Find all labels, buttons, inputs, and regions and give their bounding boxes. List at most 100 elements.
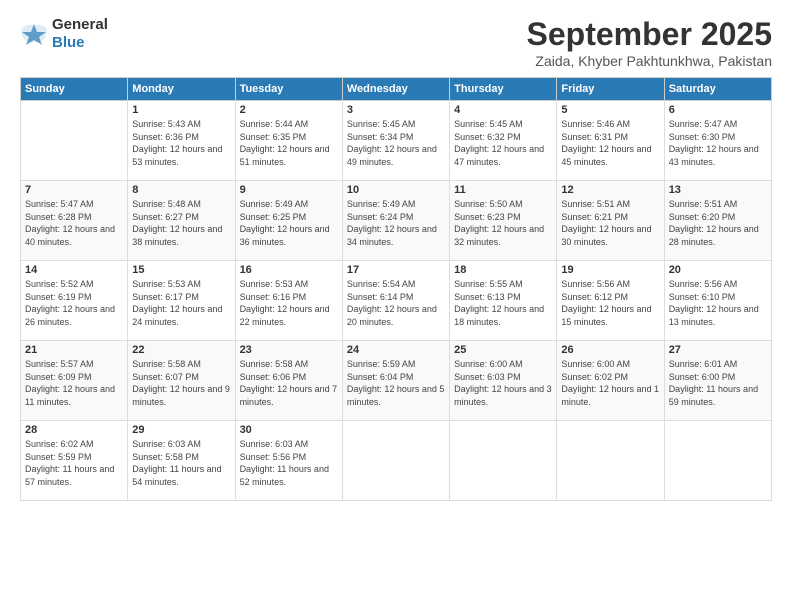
month-title: September 2025 xyxy=(527,16,772,53)
day-info: Sunrise: 5:51 AM Sunset: 6:20 PM Dayligh… xyxy=(669,198,767,248)
day-number: 30 xyxy=(240,424,338,436)
calendar-cell: 2 Sunrise: 5:44 AM Sunset: 6:35 PM Dayli… xyxy=(235,101,342,181)
day-number: 6 xyxy=(669,104,767,116)
sunrise: Sunrise: 5:55 AM xyxy=(454,279,523,289)
sunrise: Sunrise: 6:03 AM xyxy=(132,439,201,449)
header-row: SundayMondayTuesdayWednesdayThursdayFrid… xyxy=(21,78,772,101)
day-info: Sunrise: 5:59 AM Sunset: 6:04 PM Dayligh… xyxy=(347,358,445,408)
sunset: Sunset: 6:28 PM xyxy=(25,212,92,222)
day-info: Sunrise: 5:58 AM Sunset: 6:06 PM Dayligh… xyxy=(240,358,338,408)
daylight: Daylight: 12 hours and 47 minutes. xyxy=(454,144,544,167)
day-number: 25 xyxy=(454,344,552,356)
calendar-cell: 28 Sunrise: 6:02 AM Sunset: 5:59 PM Dayl… xyxy=(21,421,128,501)
day-info: Sunrise: 5:53 AM Sunset: 6:16 PM Dayligh… xyxy=(240,278,338,328)
sunset: Sunset: 5:59 PM xyxy=(25,452,92,462)
sunset: Sunset: 6:16 PM xyxy=(240,292,307,302)
sunrise: Sunrise: 5:57 AM xyxy=(25,359,94,369)
daylight: Daylight: 12 hours and 43 minutes. xyxy=(669,144,759,167)
sunrise: Sunrise: 5:50 AM xyxy=(454,199,523,209)
daylight: Daylight: 11 hours and 54 minutes. xyxy=(132,464,221,487)
day-number: 2 xyxy=(240,104,338,116)
day-info: Sunrise: 5:46 AM Sunset: 6:31 PM Dayligh… xyxy=(561,118,659,168)
logo-text: General Blue xyxy=(52,16,108,51)
daylight: Daylight: 12 hours and 40 minutes. xyxy=(25,224,115,247)
sunset: Sunset: 5:56 PM xyxy=(240,452,307,462)
day-info: Sunrise: 5:53 AM Sunset: 6:17 PM Dayligh… xyxy=(132,278,230,328)
daylight: Daylight: 12 hours and 26 minutes. xyxy=(25,304,115,327)
calendar-cell: 15 Sunrise: 5:53 AM Sunset: 6:17 PM Dayl… xyxy=(128,261,235,341)
sunset: Sunset: 6:24 PM xyxy=(347,212,414,222)
day-number: 15 xyxy=(132,264,230,276)
daylight: Daylight: 11 hours and 57 minutes. xyxy=(25,464,114,487)
sunrise: Sunrise: 5:49 AM xyxy=(347,199,416,209)
calendar-table: SundayMondayTuesdayWednesdayThursdayFrid… xyxy=(20,77,772,501)
day-number: 7 xyxy=(25,184,123,196)
day-number: 1 xyxy=(132,104,230,116)
sunrise: Sunrise: 5:58 AM xyxy=(240,359,309,369)
calendar-cell: 5 Sunrise: 5:46 AM Sunset: 6:31 PM Dayli… xyxy=(557,101,664,181)
weekday-header: Wednesday xyxy=(342,78,449,101)
sunrise: Sunrise: 5:51 AM xyxy=(561,199,630,209)
day-number: 27 xyxy=(669,344,767,356)
day-number: 29 xyxy=(132,424,230,436)
calendar-week-row: 21 Sunrise: 5:57 AM Sunset: 6:09 PM Dayl… xyxy=(21,341,772,421)
day-number: 9 xyxy=(240,184,338,196)
daylight: Daylight: 12 hours and 22 minutes. xyxy=(240,304,330,327)
day-info: Sunrise: 5:58 AM Sunset: 6:07 PM Dayligh… xyxy=(132,358,230,408)
day-info: Sunrise: 6:03 AM Sunset: 5:58 PM Dayligh… xyxy=(132,438,230,488)
sunset: Sunset: 6:34 PM xyxy=(347,132,414,142)
daylight: Daylight: 12 hours and 28 minutes. xyxy=(669,224,759,247)
calendar-cell: 7 Sunrise: 5:47 AM Sunset: 6:28 PM Dayli… xyxy=(21,181,128,261)
sunset: Sunset: 6:32 PM xyxy=(454,132,521,142)
daylight: Daylight: 12 hours and 13 minutes. xyxy=(669,304,759,327)
day-info: Sunrise: 5:56 AM Sunset: 6:10 PM Dayligh… xyxy=(669,278,767,328)
sunset: Sunset: 6:19 PM xyxy=(25,292,92,302)
sunset: Sunset: 6:31 PM xyxy=(561,132,628,142)
calendar-cell: 27 Sunrise: 6:01 AM Sunset: 6:00 PM Dayl… xyxy=(664,341,771,421)
day-info: Sunrise: 5:45 AM Sunset: 6:32 PM Dayligh… xyxy=(454,118,552,168)
calendar-cell: 24 Sunrise: 5:59 AM Sunset: 6:04 PM Dayl… xyxy=(342,341,449,421)
day-number: 3 xyxy=(347,104,445,116)
day-number: 24 xyxy=(347,344,445,356)
day-info: Sunrise: 5:43 AM Sunset: 6:36 PM Dayligh… xyxy=(132,118,230,168)
calendar-cell: 1 Sunrise: 5:43 AM Sunset: 6:36 PM Dayli… xyxy=(128,101,235,181)
day-info: Sunrise: 5:54 AM Sunset: 6:14 PM Dayligh… xyxy=(347,278,445,328)
daylight: Daylight: 12 hours and 24 minutes. xyxy=(132,304,222,327)
calendar-cell: 18 Sunrise: 5:55 AM Sunset: 6:13 PM Dayl… xyxy=(450,261,557,341)
calendar-cell xyxy=(557,421,664,501)
weekday-header: Sunday xyxy=(21,78,128,101)
daylight: Daylight: 12 hours and 49 minutes. xyxy=(347,144,437,167)
sunrise: Sunrise: 5:53 AM xyxy=(132,279,201,289)
sunrise: Sunrise: 5:45 AM xyxy=(347,119,416,129)
calendar-cell: 6 Sunrise: 5:47 AM Sunset: 6:30 PM Dayli… xyxy=(664,101,771,181)
daylight: Daylight: 11 hours and 59 minutes. xyxy=(669,384,758,407)
daylight: Daylight: 12 hours and 36 minutes. xyxy=(240,224,330,247)
day-number: 28 xyxy=(25,424,123,436)
calendar-cell: 8 Sunrise: 5:48 AM Sunset: 6:27 PM Dayli… xyxy=(128,181,235,261)
day-info: Sunrise: 5:47 AM Sunset: 6:30 PM Dayligh… xyxy=(669,118,767,168)
day-info: Sunrise: 6:00 AM Sunset: 6:03 PM Dayligh… xyxy=(454,358,552,408)
calendar-cell: 14 Sunrise: 5:52 AM Sunset: 6:19 PM Dayl… xyxy=(21,261,128,341)
day-info: Sunrise: 5:49 AM Sunset: 6:25 PM Dayligh… xyxy=(240,198,338,248)
daylight: Daylight: 12 hours and 34 minutes. xyxy=(347,224,437,247)
day-info: Sunrise: 5:52 AM Sunset: 6:19 PM Dayligh… xyxy=(25,278,123,328)
day-info: Sunrise: 6:01 AM Sunset: 6:00 PM Dayligh… xyxy=(669,358,767,408)
sunset: Sunset: 6:23 PM xyxy=(454,212,521,222)
weekday-header: Saturday xyxy=(664,78,771,101)
calendar-cell: 25 Sunrise: 6:00 AM Sunset: 6:03 PM Dayl… xyxy=(450,341,557,421)
daylight: Daylight: 12 hours and 1 minute. xyxy=(561,384,659,407)
day-number: 5 xyxy=(561,104,659,116)
sunset: Sunset: 6:20 PM xyxy=(669,212,736,222)
calendar-cell: 22 Sunrise: 5:58 AM Sunset: 6:07 PM Dayl… xyxy=(128,341,235,421)
calendar-cell: 11 Sunrise: 5:50 AM Sunset: 6:23 PM Dayl… xyxy=(450,181,557,261)
day-info: Sunrise: 5:55 AM Sunset: 6:13 PM Dayligh… xyxy=(454,278,552,328)
sunrise: Sunrise: 6:02 AM xyxy=(25,439,94,449)
day-info: Sunrise: 5:48 AM Sunset: 6:27 PM Dayligh… xyxy=(132,198,230,248)
daylight: Daylight: 12 hours and 30 minutes. xyxy=(561,224,651,247)
logo-general: General xyxy=(52,16,108,33)
calendar-cell xyxy=(21,101,128,181)
daylight: Daylight: 12 hours and 45 minutes. xyxy=(561,144,651,167)
day-info: Sunrise: 5:50 AM Sunset: 6:23 PM Dayligh… xyxy=(454,198,552,248)
sunrise: Sunrise: 5:43 AM xyxy=(132,119,201,129)
daylight: Daylight: 12 hours and 5 minutes. xyxy=(347,384,445,407)
